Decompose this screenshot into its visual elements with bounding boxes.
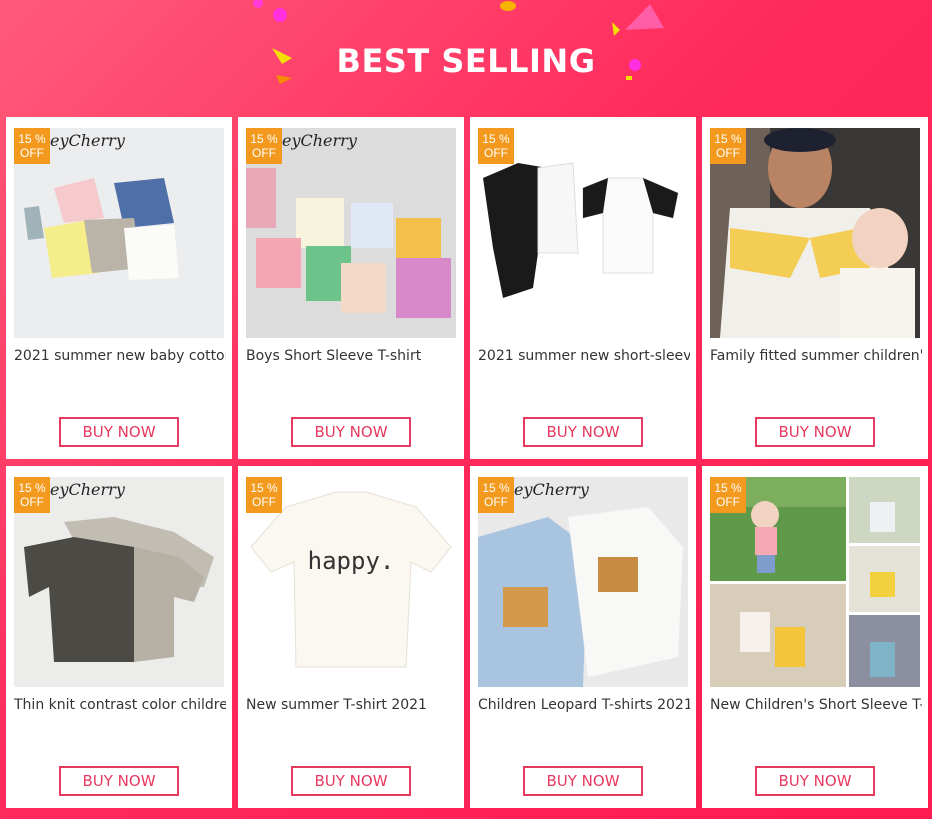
discount-percent: 15 % xyxy=(250,481,278,495)
product-name[interactable]: Boys Short Sleeve T-shirt xyxy=(246,348,458,364)
discount-off-label: OFF xyxy=(20,495,44,509)
buy-now-button[interactable]: BUY NOW xyxy=(755,766,875,796)
product-name[interactable]: Children Leopard T-shirts 2021 xyxy=(478,697,690,713)
product-name[interactable]: Family fitted summer children's xyxy=(710,348,922,364)
product-card[interactable]: 15 % OFF eyCherry 2021 summer new baby c… xyxy=(6,117,232,459)
discount-badge: 15 % OFF xyxy=(14,128,50,164)
buy-now-button[interactable]: BUY NOW xyxy=(59,766,179,796)
shirt-print-text: happy. xyxy=(308,547,395,575)
product-card[interactable]: 15 % OFF 2021 summer new short-sleeved B… xyxy=(470,117,696,459)
product-card[interactable]: 15 % OFF eyCherry Thin knit contrast col… xyxy=(6,466,232,808)
discount-off-label: OFF xyxy=(484,495,508,509)
discount-off-label: OFF xyxy=(716,495,740,509)
product-name[interactable]: New Children's Short Sleeve T- xyxy=(710,697,922,713)
discount-off-label: OFF xyxy=(252,146,276,160)
discount-off-label: OFF xyxy=(252,495,276,509)
discount-off-label: OFF xyxy=(484,146,508,160)
discount-percent: 15 % xyxy=(714,481,742,495)
discount-badge: 15 % OFF xyxy=(478,128,514,164)
brand-watermark: eyCherry xyxy=(50,480,125,499)
discount-percent: 15 % xyxy=(714,132,742,146)
buy-now-button[interactable]: BUY NOW xyxy=(291,766,411,796)
buy-now-button[interactable]: BUY NOW xyxy=(59,417,179,447)
discount-badge: 15 % OFF xyxy=(710,477,746,513)
buy-now-button[interactable]: BUY NOW xyxy=(523,766,643,796)
product-name[interactable]: New summer T-shirt 2021 xyxy=(246,697,458,713)
discount-badge: 15 % OFF xyxy=(246,477,282,513)
discount-badge: 15 % OFF xyxy=(478,477,514,513)
product-card[interactable]: 15 % OFF eyCherry Boys Short Sleeve T-sh… xyxy=(238,117,464,459)
page-title: BEST SELLING xyxy=(336,42,596,80)
product-card[interactable]: 15 % OFF Family fitted summer children's… xyxy=(702,117,928,459)
buy-now-button[interactable]: BUY NOW xyxy=(523,417,643,447)
product-card[interactable]: 15 % OFF New Children's Short Sleeve T- … xyxy=(702,466,928,808)
product-name[interactable]: 2021 summer new baby cotton xyxy=(14,348,226,364)
discount-percent: 15 % xyxy=(482,481,510,495)
buy-now-button[interactable]: BUY NOW xyxy=(755,417,875,447)
buy-now-button[interactable]: BUY NOW xyxy=(291,417,411,447)
discount-percent: 15 % xyxy=(482,132,510,146)
discount-badge: 15 % OFF xyxy=(246,128,282,164)
product-grid: 15 % OFF eyCherry 2021 summer new baby c… xyxy=(6,117,928,808)
brand-watermark: eyCherry xyxy=(282,131,357,150)
brand-watermark: eyCherry xyxy=(50,131,125,150)
discount-off-label: OFF xyxy=(716,146,740,160)
product-card[interactable]: happy. 15 % OFF New summer T-shirt 2021 … xyxy=(238,466,464,808)
discount-badge: 15 % OFF xyxy=(710,128,746,164)
discount-percent: 15 % xyxy=(18,132,46,146)
discount-percent: 15 % xyxy=(250,132,278,146)
product-card[interactable]: 15 % OFF eyCherry Children Leopard T-shi… xyxy=(470,466,696,808)
product-name[interactable]: 2021 summer new short-sleeved xyxy=(478,348,690,364)
product-name[interactable]: Thin knit contrast color children's xyxy=(14,697,226,713)
brand-watermark: eyCherry xyxy=(514,480,589,499)
discount-off-label: OFF xyxy=(20,146,44,160)
discount-percent: 15 % xyxy=(18,481,46,495)
discount-badge: 15 % OFF xyxy=(14,477,50,513)
